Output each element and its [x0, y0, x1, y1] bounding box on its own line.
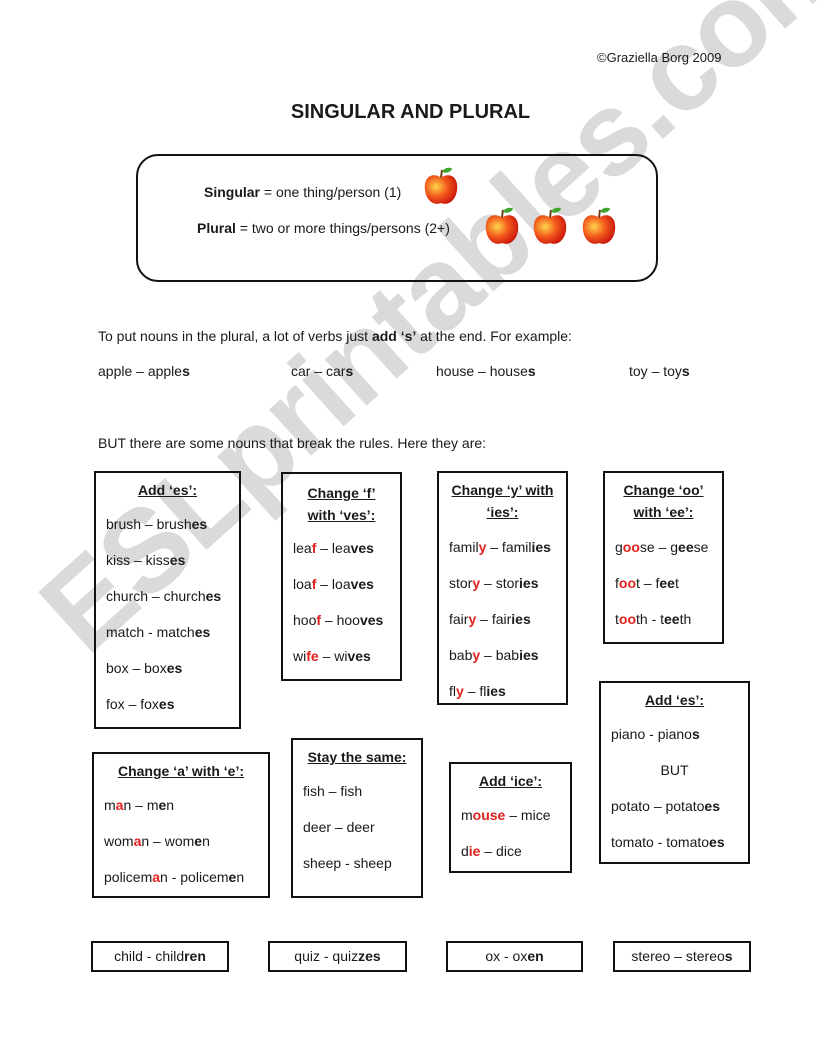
list-item: fly – flies	[449, 683, 506, 699]
singular-definition: Singular = one thing/person (1)	[204, 184, 401, 200]
list-item: tooth - teeth	[615, 611, 692, 627]
list-item: woman – women	[104, 833, 210, 849]
rule-heading: Change ‘y’ with ‘ies’:	[451, 482, 554, 520]
irregular-child: child - children	[91, 941, 229, 972]
rule-box-a-e: Change ‘a’ with ‘e’: man – men woman – w…	[92, 752, 270, 898]
rule-heading: Add ‘es’:	[137, 482, 198, 498]
list-item: story – stories	[449, 575, 539, 591]
intro-text: To put nouns in the plural, a lot of ver…	[98, 328, 572, 344]
list-item: baby – babies	[449, 647, 539, 663]
definition-box: Singular = one thing/person (1) Plural =…	[136, 154, 658, 282]
list-item: match - matches	[106, 624, 211, 640]
rule-heading: Stay the same:	[307, 749, 407, 765]
apple-icon	[582, 207, 616, 244]
list-item: fox – foxes	[106, 696, 175, 712]
example-house: house – houses	[436, 363, 536, 379]
list-item: policeman - policemen	[104, 869, 245, 885]
rule-heading: Change ‘oo’ with ‘ee’:	[623, 482, 704, 520]
apple-icon	[533, 207, 567, 244]
list-item: potato – potatoes	[611, 798, 720, 814]
but-label: BUT	[660, 762, 689, 778]
list-item: hoof – hooves	[293, 612, 384, 628]
singular-term: Singular	[204, 184, 261, 200]
plural-definition: Plural = two or more things/persons (2+)	[197, 220, 450, 236]
intro-bold: add ‘s’	[371, 328, 417, 344]
list-item: box – boxes	[106, 660, 183, 676]
rule-heading: Change ‘f’ with ‘ves’:	[307, 485, 376, 523]
rule-box-y-ies: Change ‘y’ with ‘ies’: family – families …	[437, 471, 568, 705]
copyright-notice: ©Graziella Borg 2009	[597, 50, 722, 65]
list-item: man – men	[104, 797, 175, 813]
list-item: family – families	[449, 539, 551, 555]
list-item: mouse – mice	[461, 807, 551, 823]
rule-heading: Add ‘ice’:	[478, 773, 542, 789]
list-item: foot – feet	[615, 575, 679, 591]
list-item: deer – deer	[303, 819, 375, 835]
list-item: die – dice	[461, 843, 522, 859]
list-item: goose – geese	[615, 539, 709, 555]
intro-pre: To put nouns in the plural, a lot of ver…	[98, 328, 372, 344]
list-item: brush – brushes	[106, 516, 208, 532]
irregular-ox: ox - oxen	[446, 941, 583, 972]
list-item: tomato - tomatoes	[611, 834, 725, 850]
rule-box-stay-same: Stay the same: fish – fish deer – deer s…	[291, 738, 423, 898]
list-item: piano - pianos	[611, 726, 700, 742]
apple-icon	[424, 167, 458, 204]
singular-text: = one thing/person (1)	[260, 184, 402, 200]
list-item: sheep - sheep	[303, 855, 392, 871]
list-item: kiss – kisses	[106, 552, 186, 568]
rule-box-f-ves: Change ‘f’ with ‘ves’: leaf – leaves loaf…	[281, 472, 402, 681]
rule-heading: Change ‘a’ with ‘e’:	[117, 763, 245, 779]
list-item: wife – wives	[293, 648, 371, 664]
list-item: church – churches	[106, 588, 222, 604]
rule-heading: Add ‘es’:	[644, 692, 705, 708]
list-item: fairy – fairies	[449, 611, 531, 627]
example-toy: toy – toys	[629, 363, 690, 379]
rule-box-add-es-o: Add ‘es’: piano - pianos BUT potato – po…	[599, 681, 750, 864]
plural-text: = two or more things/persons (2+)	[235, 220, 450, 236]
example-apple: apple – apples	[98, 363, 190, 379]
intro-post: at the end. For example:	[416, 328, 572, 344]
list-item: fish – fish	[303, 783, 363, 799]
page-title: SINGULAR AND PLURAL	[290, 101, 531, 123]
irregular-stereo: stereo – stereos	[613, 941, 751, 972]
rule-box-add-ice: Add ‘ice’: mouse – mice die – dice	[449, 762, 572, 873]
plural-term: Plural	[197, 220, 236, 236]
list-item: leaf – leaves	[293, 540, 374, 556]
example-car: car – cars	[291, 363, 354, 379]
list-item: loaf – loaves	[293, 576, 374, 592]
irregular-quiz: quiz - quizzes	[268, 941, 407, 972]
rule-box-add-es: Add ‘es’: brush – brushes kiss – kisses …	[94, 471, 241, 729]
apple-icon	[485, 207, 519, 244]
rule-box-oo-ee: Change ‘oo’ with ‘ee’: goose – geese foot…	[603, 471, 724, 644]
exceptions-intro: BUT there are some nouns that break the …	[98, 435, 487, 451]
